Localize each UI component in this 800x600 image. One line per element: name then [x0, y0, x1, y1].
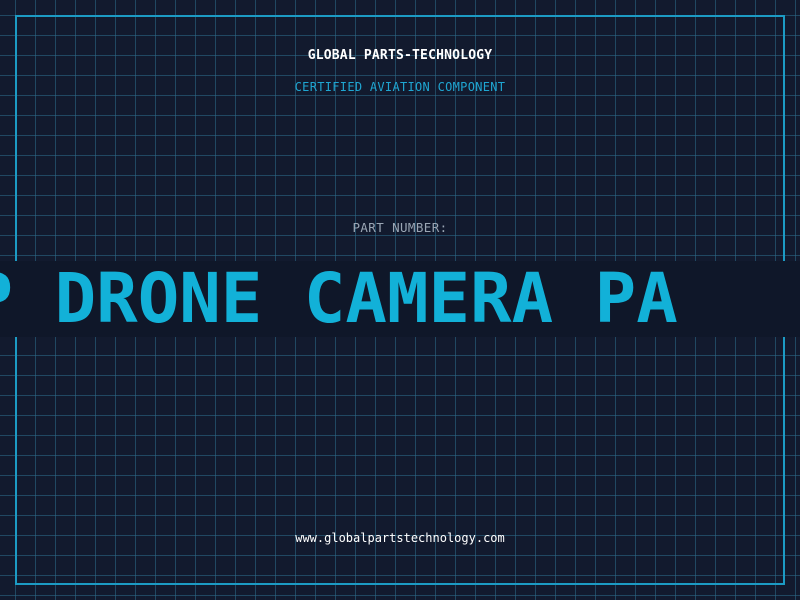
- part-number-label: PART NUMBER:: [352, 220, 448, 235]
- website-url[interactable]: www.globalpartstechnology.com: [0, 531, 800, 545]
- part-number-value: OP DRONE CAMERA PA: [0, 261, 678, 337]
- certification-subtitle: CERTIFIED AVIATION COMPONENT: [294, 80, 506, 94]
- company-name: GLOBAL PARTS-TECHNOLOGY: [307, 48, 493, 63]
- badge-canvas: GLOBAL PARTS-TECHNOLOGY CERTIFIED AVIATI…: [0, 0, 800, 600]
- part-number-ticker: OP DRONE CAMERA PA: [0, 261, 800, 337]
